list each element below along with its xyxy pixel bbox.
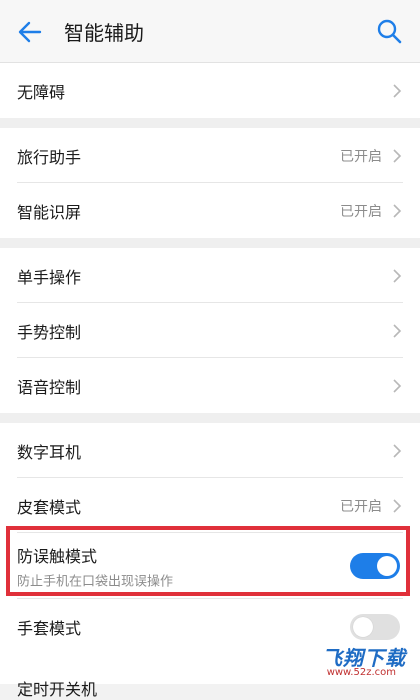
list-item-label: 定时开关机 xyxy=(17,680,98,699)
section-travel: 旅行助手 已开启 智能识屏 已开启 xyxy=(0,128,420,238)
search-icon[interactable] xyxy=(376,18,402,44)
list-item-gesture[interactable]: 手势控制 xyxy=(0,303,420,358)
list-item-pocket-mode[interactable]: 防误触模式 防止手机在口袋出现误操作 xyxy=(0,533,420,599)
list-item-label: 语音控制 xyxy=(17,377,82,397)
list-item-travel-assistant[interactable]: 旅行助手 已开启 xyxy=(0,128,420,183)
section-gap xyxy=(0,413,420,423)
list-item-label: 手套模式 xyxy=(17,618,82,638)
list-item-label: 数字耳机 xyxy=(17,442,82,462)
section-gap xyxy=(0,238,420,248)
list-item-voice[interactable]: 语音控制 xyxy=(0,358,420,413)
section-gap xyxy=(0,118,420,128)
app-header: 智能辅助 xyxy=(0,0,420,63)
chevron-right-icon xyxy=(393,268,402,283)
chevron-right-icon xyxy=(393,203,402,218)
chevron-right-icon xyxy=(393,498,402,513)
pocket-mode-toggle[interactable] xyxy=(350,553,400,579)
status-text: 已开启 xyxy=(340,498,382,515)
list-item-cover-mode[interactable]: 皮套模式 已开启 xyxy=(0,478,420,533)
chevron-right-icon xyxy=(393,148,402,163)
list-item-digital-earphone[interactable]: 数字耳机 xyxy=(0,423,420,478)
section-accessories: 数字耳机 皮套模式 已开启 防误触模式 防止手机在口袋出现误操作 手套模式 xyxy=(0,423,420,654)
chevron-right-icon xyxy=(393,378,402,393)
chevron-right-icon xyxy=(393,83,402,98)
toggle-knob xyxy=(353,616,373,637)
glove-mode-toggle[interactable] xyxy=(350,613,400,640)
status-text: 已开启 xyxy=(340,148,382,165)
list-item-one-hand[interactable]: 单手操作 xyxy=(0,248,420,303)
section-controls: 单手操作 手势控制 语音控制 xyxy=(0,248,420,413)
list-item-label: 无障碍 xyxy=(17,82,66,102)
list-item-label: 防误触模式 xyxy=(17,547,98,566)
toggle-knob xyxy=(377,556,397,576)
list-item-accessibility[interactable]: 无障碍 xyxy=(0,63,420,118)
list-item-label: 旅行助手 xyxy=(17,147,82,167)
section-accessibility: 无障碍 xyxy=(0,63,420,118)
status-text: 已开启 xyxy=(340,203,382,220)
list-item-label: 单手操作 xyxy=(17,267,82,287)
watermark-url: www.52z.com xyxy=(326,667,396,678)
list-item-label: 智能识屏 xyxy=(17,202,82,222)
chevron-right-icon xyxy=(393,323,402,338)
list-item-label: 皮套模式 xyxy=(17,497,82,517)
list-item-label: 手势控制 xyxy=(17,322,82,342)
watermark: 飞翔下载 www.52z.com xyxy=(320,642,410,678)
list-item-smart-screen[interactable]: 智能识屏 已开启 xyxy=(0,183,420,238)
chevron-right-icon xyxy=(393,443,402,458)
page-title: 智能辅助 xyxy=(64,21,144,45)
list-item-subtitle: 防止手机在口袋出现误操作 xyxy=(17,574,174,590)
back-arrow-icon[interactable] xyxy=(16,18,44,46)
